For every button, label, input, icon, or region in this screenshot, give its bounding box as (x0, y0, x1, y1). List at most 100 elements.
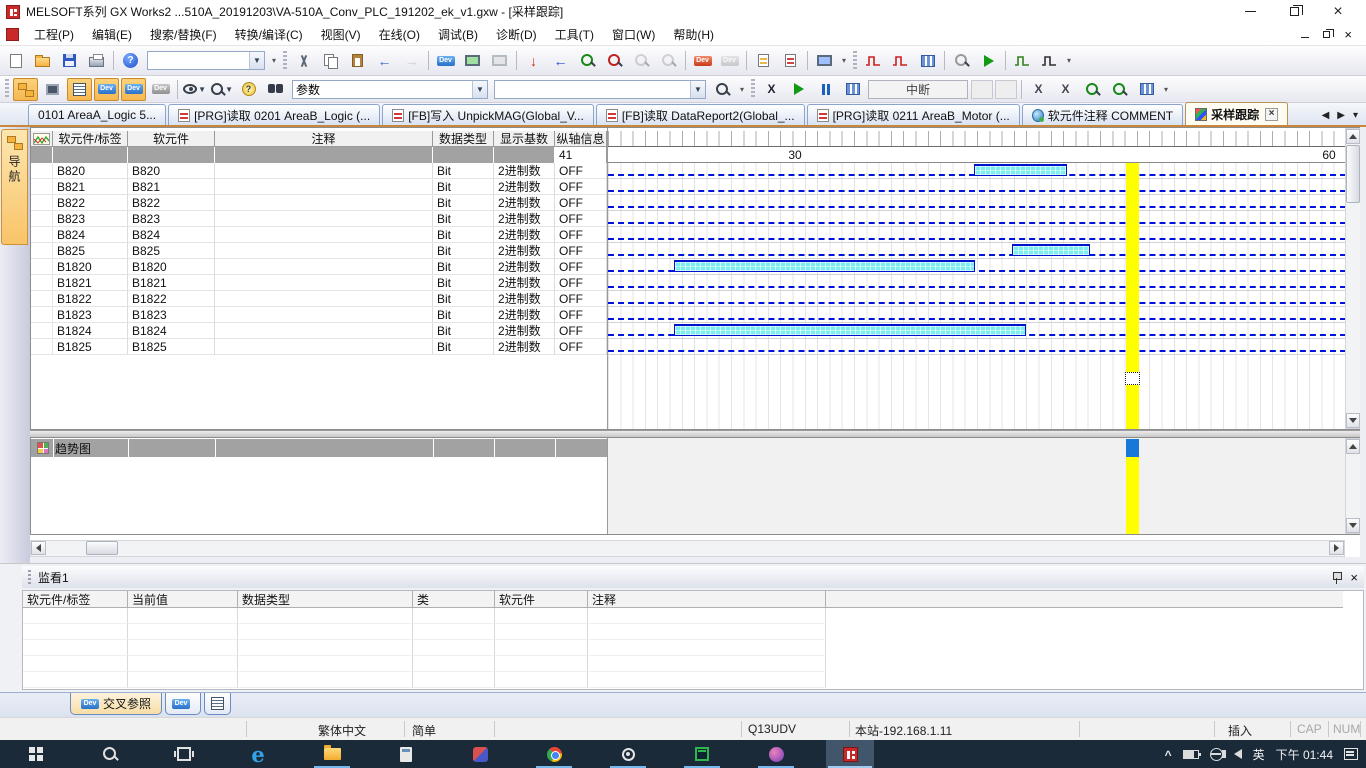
skip-execution-button[interactable]: X (1026, 78, 1051, 101)
device-comment-toggle-button[interactable]: Dev (94, 78, 119, 101)
restore-button[interactable] (1272, 1, 1316, 23)
trend-cursor-bar[interactable] (1126, 457, 1139, 534)
trace-device-row[interactable]: B823B823Bit2进制数OFF (31, 211, 607, 227)
trace-vertical-scrollbar[interactable] (1345, 128, 1361, 429)
watch-column-header[interactable]: 类 (413, 591, 495, 608)
open-project-button[interactable] (30, 49, 55, 72)
device-reference-button[interactable]: Dev (148, 78, 173, 101)
trace-device-row[interactable]: B1823B1823Bit2进制数OFF (31, 307, 607, 323)
tab-close-icon[interactable]: × (1265, 108, 1278, 121)
chrome-app[interactable] (530, 740, 578, 768)
green-tool-app[interactable] (678, 740, 726, 768)
watch-empty-row[interactable] (23, 624, 826, 640)
trace-cursor-cell[interactable] (1125, 372, 1140, 385)
menu-help[interactable]: 帮助(H) (664, 23, 723, 46)
trace-device-row[interactable]: B824B824Bit2进制数OFF (31, 227, 607, 243)
trace-device-row[interactable]: B1825B1825Bit2进制数OFF (31, 339, 607, 355)
bottom-tab-output[interactable] (204, 693, 231, 715)
minimize-button[interactable] (1228, 1, 1272, 23)
toolbar-grip[interactable] (751, 79, 755, 99)
trace-column-header[interactable]: 显示基数 (494, 131, 555, 147)
tab-unpickmag[interactable]: [FB]写入 UnpickMAG(Global_V... (382, 104, 594, 125)
device-display-dropdown-icon[interactable]: ▼ (198, 85, 206, 94)
wave-row-B821[interactable] (608, 179, 1345, 195)
trace-cursor-bar[interactable] (1126, 163, 1139, 429)
device-memory-toggle-button[interactable]: Dev (121, 78, 146, 101)
partial-execution-button[interactable]: X (1053, 78, 1078, 101)
action-center-icon[interactable] (1344, 748, 1358, 760)
gx-works2-app[interactable] (826, 740, 874, 768)
tab-sampling-trace[interactable]: 采样跟踪× (1185, 102, 1288, 125)
paste-button[interactable] (345, 49, 370, 72)
trace-waveform-graph[interactable]: 3060 (607, 128, 1345, 429)
trace-execute-button[interactable] (976, 49, 1001, 72)
sfc-display-button[interactable] (1134, 78, 1159, 101)
wave-row-B825[interactable] (608, 243, 1345, 259)
toolbar-grip[interactable] (283, 51, 287, 71)
trace-column-header[interactable]: 软元件 (128, 131, 215, 147)
scroll-down-icon[interactable] (1346, 413, 1360, 428)
wave-row-B1824[interactable] (608, 323, 1345, 339)
edge-app[interactable]: e (234, 740, 282, 768)
battery-icon[interactable] (1183, 750, 1199, 759)
task-view-button[interactable] (160, 740, 208, 768)
tab-list-icon[interactable]: ▾ (1353, 110, 1358, 121)
monitor-start-button[interactable] (575, 49, 600, 72)
tab-scroll-left-icon[interactable]: ◀ (1322, 110, 1330, 121)
wave-row-B1823[interactable] (608, 307, 1345, 323)
watch-empty-row[interactable] (23, 656, 826, 672)
trace-device-row[interactable]: B1821B1821Bit2进制数OFF (31, 275, 607, 291)
tab-scroll-right-icon[interactable]: ▶ (1337, 110, 1345, 121)
toolbar-overflow-icon[interactable]: ▾ (838, 49, 850, 72)
clock[interactable]: 下午 01:44 (1276, 746, 1333, 763)
scroll-up-icon[interactable] (1346, 129, 1360, 144)
wave-row-B823[interactable] (608, 211, 1345, 227)
paint-app[interactable] (456, 740, 504, 768)
wave-row-B820[interactable] (608, 163, 1345, 179)
bottom-tab-cross-reference[interactable]: Dev交叉参照 (70, 693, 162, 715)
ime-indicator[interactable]: 英 (1253, 746, 1265, 763)
start-button[interactable] (12, 740, 60, 768)
menu-project[interactable]: 工程(P) (25, 23, 83, 46)
device-monitor-start-button[interactable]: Dev (690, 49, 715, 72)
find-target-combo-dropdown-icon[interactable]: ▼ (472, 81, 487, 98)
trace-column-header[interactable]: 注释 (215, 131, 433, 147)
trace-display-wide-button[interactable] (1037, 49, 1062, 72)
online-program-change-button[interactable]: X (759, 78, 784, 101)
close-button[interactable]: × (1316, 1, 1360, 23)
tab-areaa-logic[interactable]: 0101 AreaA_Logic 5... (28, 104, 166, 125)
watch-title-bar[interactable]: 监看1 × (22, 566, 1364, 588)
write-to-plc-button[interactable]: ↓ (521, 49, 546, 72)
menu-find-replace[interactable]: 搜索/替换(F) (141, 23, 226, 46)
watch-empty-row[interactable] (23, 672, 826, 688)
trace-column-header[interactable]: 数据类型 (433, 131, 494, 147)
trend-header-row[interactable]: 趋势图 (31, 439, 607, 457)
scrollbar-thumb[interactable] (86, 541, 118, 555)
menu-edit[interactable]: 编辑(E) (83, 23, 141, 46)
menu-diagnostics[interactable]: 诊断(D) (487, 23, 546, 46)
wave-row-B1820[interactable] (608, 259, 1345, 275)
device-search-button[interactable]: ▼ (209, 78, 234, 101)
docking-help-button[interactable]: ? (236, 78, 261, 101)
trace-device-row[interactable]: B821B821Bit2进制数OFF (31, 179, 607, 195)
save-project-button[interactable] (57, 49, 82, 72)
mdi-close-button[interactable]: × (1344, 28, 1352, 41)
trend-cursor-head[interactable] (1126, 439, 1139, 457)
navigation-window-toggle-button[interactable] (13, 78, 38, 101)
wave-row-B1821[interactable] (608, 275, 1345, 291)
toolbar-overflow-icon[interactable]: ▾ (1063, 49, 1075, 72)
scroll-right-icon[interactable] (1329, 541, 1344, 555)
trace-device-row[interactable]: B1820B1820Bit2进制数OFF (31, 259, 607, 275)
pin-icon[interactable] (1331, 571, 1342, 584)
trace-display-narrow-button[interactable] (1010, 49, 1035, 72)
trace-column-header[interactable]: 软元件/标签 (53, 131, 128, 147)
wave-row-B824[interactable] (608, 227, 1345, 243)
watch-register-button[interactable] (1107, 78, 1132, 101)
monitor-condition-button[interactable] (812, 49, 837, 72)
navigation-vertical-tab[interactable]: 导航 (1, 129, 28, 245)
watch-column-header[interactable]: 当前值 (128, 591, 238, 608)
device-search-dropdown-icon[interactable]: ▼ (225, 85, 233, 94)
volume-icon[interactable] (1234, 749, 1242, 759)
settings-app[interactable] (604, 740, 652, 768)
debug-grid-button[interactable] (840, 78, 865, 101)
